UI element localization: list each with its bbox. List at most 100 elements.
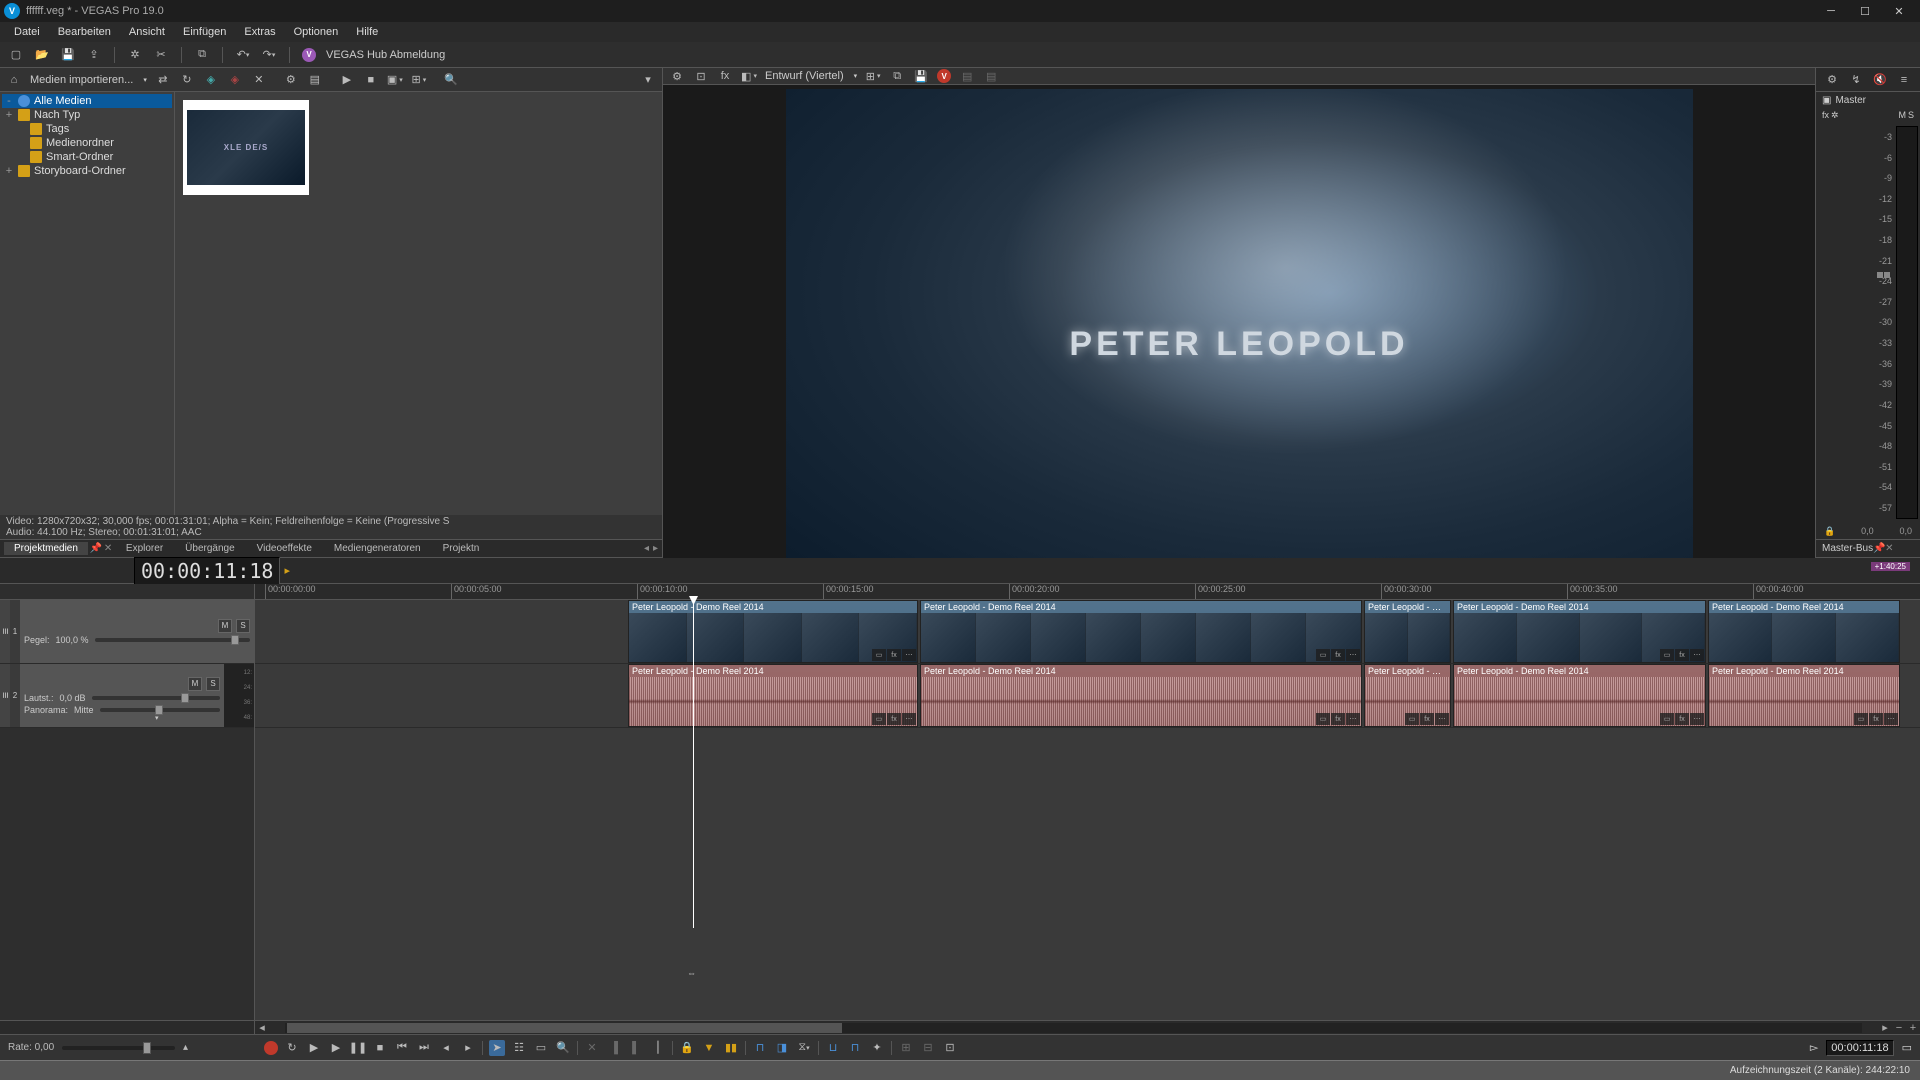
tool-b-icon[interactable]: ⊟	[920, 1040, 936, 1056]
split-icon[interactable]: ⎮	[650, 1040, 666, 1056]
tree-item[interactable]: +Nach Typ	[2, 108, 172, 122]
more-icon[interactable]: ▾	[640, 72, 656, 88]
clip-crop-icon[interactable]: ▭	[872, 713, 886, 725]
audio-clip[interactable]: Peter Leopold - Demo Reel 2014▭fx⋯	[1453, 664, 1706, 727]
go-end-button[interactable]: ⏭	[416, 1040, 432, 1056]
clip-crop-icon[interactable]: ▭	[1316, 649, 1330, 661]
magnet2-icon[interactable]: ⊓	[847, 1040, 863, 1056]
clip-fx-icon[interactable]: fx	[1420, 713, 1434, 725]
scroll-track[interactable]	[285, 1023, 1862, 1033]
slider-thumb[interactable]	[181, 693, 189, 703]
del-icon[interactable]: ✕	[584, 1040, 600, 1056]
menu-extras[interactable]: Extras	[236, 24, 283, 40]
scroll-thumb[interactable]	[287, 1023, 842, 1033]
clip-fx-icon[interactable]: fx	[1869, 713, 1883, 725]
snapshot-copy-icon[interactable]: ⧉	[889, 68, 905, 84]
tree-item[interactable]: +Storyboard-Ordner	[2, 164, 172, 178]
record-button[interactable]	[264, 1041, 278, 1055]
snapshot-save-icon[interactable]: 💾	[913, 68, 929, 84]
tab-explorer[interactable]: Explorer	[116, 542, 173, 555]
search-icon[interactable]: 🔍	[443, 72, 459, 88]
expand-icon[interactable]: +	[4, 109, 14, 121]
clip-fx-icon[interactable]: fx	[1331, 713, 1345, 725]
clip-crop-icon[interactable]: ▭	[1316, 713, 1330, 725]
bookmark-red-icon[interactable]: ◈	[227, 72, 243, 88]
tab-prev-icon[interactable]: ◂	[644, 543, 649, 554]
rate-slider[interactable]	[62, 1046, 175, 1050]
pin-icon[interactable]: 📌	[1873, 543, 1885, 555]
loop-button[interactable]: ↻	[284, 1040, 300, 1056]
select-tool-button[interactable]: ▭	[533, 1040, 549, 1056]
autoxfade-icon[interactable]: ⧖▾	[796, 1040, 812, 1056]
grid-icon[interactable]: ⊞▾	[865, 68, 881, 84]
clip-more-icon[interactable]: ⋯	[1346, 649, 1360, 661]
lock-icon[interactable]: 🔒	[679, 1040, 695, 1056]
media-thumb[interactable]: XLE DE/S	[183, 100, 309, 195]
tool-c-icon[interactable]: ⊡	[942, 1040, 958, 1056]
gear-icon[interactable]: ⚙	[283, 72, 299, 88]
preview-split-icon[interactable]: ◧▾	[741, 68, 757, 84]
autoripple-icon[interactable]: ◨	[774, 1040, 790, 1056]
record-indicator-icon[interactable]: V	[937, 69, 951, 83]
solo-button[interactable]: S	[236, 619, 250, 633]
go-start-button[interactable]: ⏮	[394, 1040, 410, 1056]
ai-icon[interactable]: ✦	[869, 1040, 885, 1056]
redo-icon[interactable]: ↷▾	[261, 47, 277, 63]
cursor-timecode[interactable]: 00:00:11:18	[1826, 1040, 1893, 1056]
stop-icon[interactable]: ■	[363, 72, 379, 88]
track-grip[interactable]: ≡	[0, 600, 10, 663]
tool-a-icon[interactable]: ⊞	[898, 1040, 914, 1056]
pause-button[interactable]: ❚❚	[350, 1040, 366, 1056]
track-lane-audio[interactable]: Peter Leopold - Demo Reel 2014▭fx⋯Peter …	[255, 664, 1920, 728]
video-clip[interactable]: Peter Leopold - Demo Reel 2014▭fx⋯	[920, 600, 1362, 663]
scope1-icon[interactable]: ▤	[959, 68, 975, 84]
track-header-video[interactable]: ≡1MSPegel:100,0 %	[0, 600, 254, 664]
prev-frame-button[interactable]: ◂	[438, 1040, 454, 1056]
copy-icon[interactable]: ⧉	[194, 47, 210, 63]
clip-crop-icon[interactable]: ▭	[872, 649, 886, 661]
clip-fx-icon[interactable]: fx	[887, 649, 901, 661]
level-slider[interactable]	[95, 638, 250, 642]
video-clip[interactable]: Peter Leopold - Demo Reel 2014▭fx⋯	[1453, 600, 1706, 663]
rate-slider-thumb[interactable]	[143, 1042, 151, 1054]
clip-crop-icon[interactable]: ▭	[1660, 713, 1674, 725]
trim-end-icon[interactable]: ▌	[628, 1040, 644, 1056]
delete-icon[interactable]: ✕	[251, 72, 267, 88]
video-clip[interactable]: Peter Leopold - Dem	[1364, 600, 1451, 663]
menu-einfügen[interactable]: Einfügen	[175, 24, 234, 40]
maximize-button[interactable]: ☐	[1848, 0, 1882, 22]
vol-slider[interactable]	[92, 696, 220, 700]
master-automation-icon[interactable]: ✲	[1831, 110, 1839, 121]
magnet1-icon[interactable]: ⊔	[825, 1040, 841, 1056]
clip-more-icon[interactable]: ⋯	[1435, 713, 1449, 725]
play-icon[interactable]: ▶	[339, 72, 355, 88]
master-solo-button[interactable]: S	[1908, 110, 1914, 120]
scope2-icon[interactable]: ▤	[983, 68, 999, 84]
video-clip[interactable]: Peter Leopold - Demo Reel 2014▭fx⋯	[628, 600, 918, 663]
scroll-left-button[interactable]: ◂	[255, 1021, 269, 1035]
pin-icon[interactable]: 📌	[90, 543, 102, 555]
pan-slider[interactable]: ▾	[100, 708, 220, 712]
scroll-right-button[interactable]: ▸	[1878, 1021, 1892, 1035]
clip-fx-icon[interactable]: fx	[1331, 649, 1345, 661]
master-out-icon[interactable]: ▣	[1822, 95, 1831, 106]
tab-projektmedien[interactable]: Projektmedien	[4, 542, 88, 555]
solo-button[interactable]: S	[206, 677, 220, 691]
view-icon[interactable]: ⊞▾	[411, 72, 427, 88]
timecode-display[interactable]: 00:00:11:18	[134, 557, 280, 585]
time-ruler[interactable]: 00:00:00:0000:00:05:0000:00:10:0000:00:1…	[255, 584, 1920, 600]
home-icon[interactable]: ⌂	[6, 72, 22, 88]
ruler-tick[interactable]: 00:00:20:00	[1009, 584, 1060, 599]
menu-optionen[interactable]: Optionen	[286, 24, 347, 40]
slider-thumb[interactable]	[231, 635, 239, 645]
tab-videoeffekte[interactable]: Videoeffekte	[247, 542, 322, 555]
preview-settings-icon[interactable]: ⚙	[669, 68, 685, 84]
tab-projektn[interactable]: Projektn	[433, 542, 490, 555]
track-lane-video[interactable]: Peter Leopold - Demo Reel 2014▭fx⋯Peter …	[255, 600, 1920, 664]
meter-mute-icon[interactable]: 🔇	[1873, 72, 1887, 88]
undo-icon[interactable]: ↶▾	[235, 47, 251, 63]
tree-item[interactable]: Tags	[2, 122, 172, 136]
menu-ansicht[interactable]: Ansicht	[121, 24, 173, 40]
audio-clip[interactable]: Peter Leopold - Demo Reel 2014▭fx⋯	[628, 664, 918, 727]
audio-clip[interactable]: Peter Leopold - Demo Reel 2014▭fx⋯	[1708, 664, 1900, 727]
